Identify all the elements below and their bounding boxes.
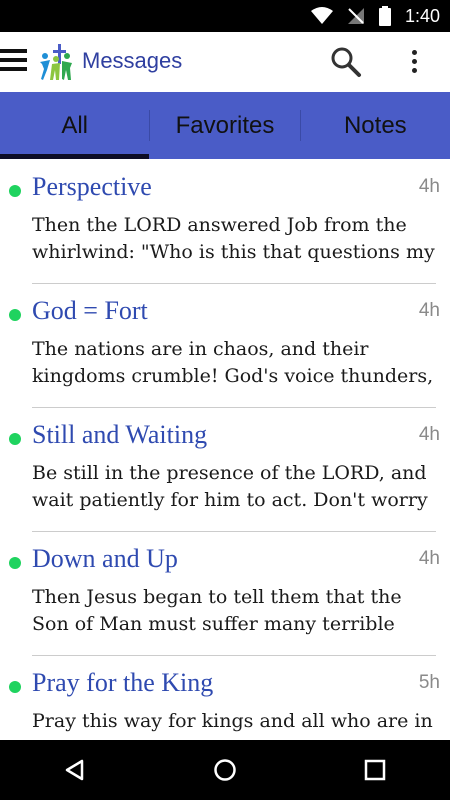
unread-dot bbox=[9, 185, 21, 197]
tab-all[interactable]: All bbox=[0, 92, 150, 159]
message-title: Pray for the King bbox=[32, 668, 214, 697]
recents-button[interactable] bbox=[355, 750, 395, 790]
battery-icon bbox=[378, 6, 391, 26]
message-snippet: Be still in the presence of the LORD, an… bbox=[32, 462, 428, 511]
list-item[interactable]: Perspective 4h Then the LORD answered Jo… bbox=[0, 160, 450, 284]
home-icon bbox=[214, 759, 236, 781]
message-time: 5h bbox=[418, 672, 440, 693]
list-item[interactable]: Pray for the King 5h Pray this way for k… bbox=[0, 656, 450, 740]
list-item[interactable]: God = Fort 4h The nations are in chaos, … bbox=[0, 284, 450, 408]
list-item[interactable]: Down and Up 4h Then Jesus began to tell … bbox=[0, 532, 450, 656]
unread-dot bbox=[9, 433, 21, 445]
more-options-icon[interactable] bbox=[402, 46, 426, 78]
status-time: 1:40 bbox=[404, 5, 440, 26]
home-button[interactable] bbox=[205, 750, 245, 790]
app-logo-icon bbox=[40, 44, 72, 80]
system-nav-bar bbox=[0, 740, 450, 800]
message-title: God = Fort bbox=[32, 296, 148, 325]
back-icon bbox=[65, 759, 84, 781]
message-list: Perspective 4h Then the LORD answered Jo… bbox=[0, 160, 450, 740]
wifi-icon bbox=[310, 7, 333, 24]
app-bar: Messages bbox=[0, 32, 450, 92]
message-snippet: Then Jesus began to tell them that the S… bbox=[32, 586, 402, 635]
menu-button[interactable] bbox=[0, 44, 28, 78]
tab-bar: All Favorites Notes bbox=[0, 92, 450, 159]
recents-icon bbox=[364, 759, 386, 781]
search-icon[interactable] bbox=[330, 46, 362, 78]
message-snippet: Pray this way for kings and all who are … bbox=[32, 710, 433, 740]
message-time: 4h bbox=[418, 424, 440, 445]
message-snippet: The nations are in chaos, and their king… bbox=[32, 338, 434, 387]
message-time: 4h bbox=[418, 176, 440, 197]
message-title: Down and Up bbox=[32, 544, 178, 573]
status-icons: 1:40 bbox=[310, 0, 440, 32]
back-button[interactable] bbox=[55, 750, 95, 790]
message-time: 4h bbox=[418, 548, 440, 569]
message-snippet: Then the LORD answered Job from the whir… bbox=[32, 214, 435, 263]
message-title: Perspective bbox=[32, 172, 152, 201]
unread-dot bbox=[9, 557, 21, 569]
status-bar: 1:40 bbox=[0, 0, 450, 32]
unread-dot bbox=[9, 681, 21, 693]
message-time: 4h bbox=[418, 300, 440, 321]
tab-favorites[interactable]: Favorites bbox=[150, 92, 299, 159]
tab-notes[interactable]: Notes bbox=[301, 92, 450, 159]
unread-dot bbox=[9, 309, 21, 321]
list-item[interactable]: Still and Waiting 4h Be still in the pre… bbox=[0, 408, 450, 532]
app-title: Messages bbox=[82, 48, 183, 73]
no-signal-icon bbox=[347, 8, 364, 24]
message-title: Still and Waiting bbox=[32, 420, 208, 449]
